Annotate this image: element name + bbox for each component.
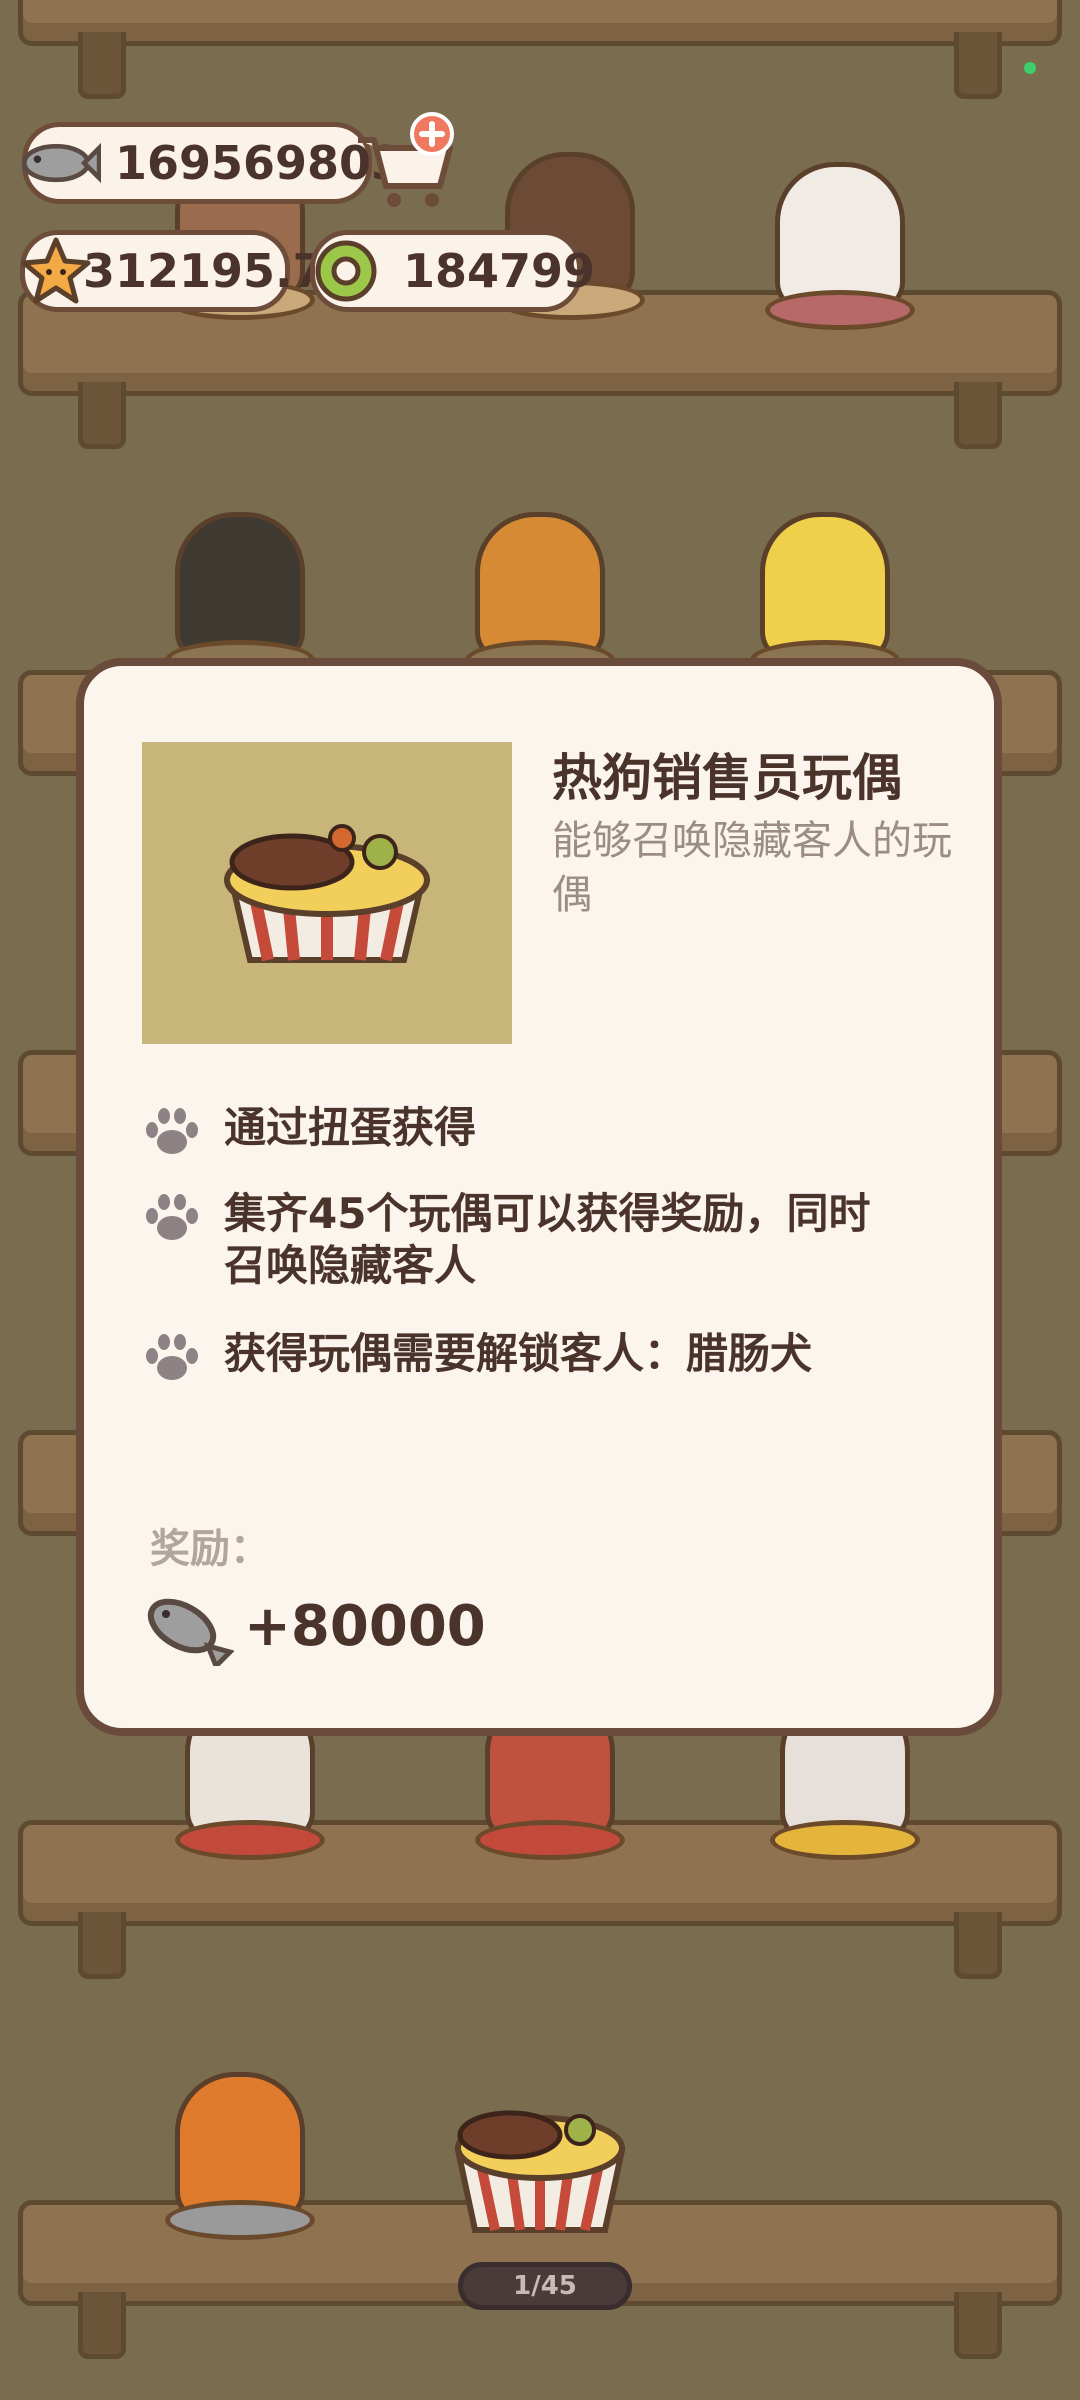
figurine-fox-knight[interactable]: [150, 2030, 330, 2240]
page-indicator: 1/45: [458, 2262, 632, 2310]
info-row: 通过扭蛋获得: [142, 1102, 952, 1158]
figurine-yellow-hood[interactable]: [740, 500, 910, 680]
paw-icon: [146, 1108, 198, 1154]
info-text: 集齐45个玩偶可以获得奖励，同时召唤隐藏客人: [224, 1189, 871, 1290]
info-text: 获得玩偶需要解锁客人：腊肠犬: [224, 1329, 813, 1378]
green-ring-icon: [303, 228, 389, 314]
info-text: 通过扭蛋获得: [224, 1103, 477, 1152]
info-row: 集齐45个玩偶可以获得奖励，同时召唤隐藏客人: [142, 1188, 952, 1292]
info-row: 获得玩偶需要解锁客人：腊肠犬: [142, 1328, 952, 1384]
reward-row: +80000: [138, 1586, 486, 1666]
paw-icon: [146, 1334, 198, 1380]
item-description: 能够召唤隐藏客人的玩偶: [552, 818, 952, 918]
ring-currency: 184799: [310, 230, 595, 312]
figurine-hotdog-seller[interactable]: [440, 2090, 640, 2240]
star-icon: [13, 228, 99, 314]
shelf-top: [18, 0, 1062, 99]
fish-icon: [15, 120, 101, 206]
reward-label: 奖励：: [150, 1526, 270, 1572]
figurine-white-dog[interactable]: [760, 130, 920, 330]
cart-plus-icon: [358, 112, 454, 207]
fish-currency: 169569803: [22, 122, 403, 204]
item-detail-dialog: 热狗销售员玩偶 能够召唤隐藏客人的玩偶 通过扭蛋获得 集齐45个玩偶可以获得奖励…: [76, 658, 1002, 1736]
figurine-lynx[interactable]: [460, 490, 620, 680]
ring-count: 184799: [403, 244, 596, 298]
cart-plus-button[interactable]: [352, 112, 462, 212]
reward-value: +80000: [244, 1593, 486, 1659]
fish-icon: [147, 1598, 234, 1666]
paw-icon: [146, 1194, 198, 1240]
star-currency: 312195.7: [20, 230, 325, 312]
item-title: 热狗销售员玩偶: [552, 749, 902, 807]
figurine-umbrella[interactable]: [160, 480, 320, 680]
item-image: [142, 742, 512, 1044]
star-count: 312195.7: [83, 244, 325, 298]
